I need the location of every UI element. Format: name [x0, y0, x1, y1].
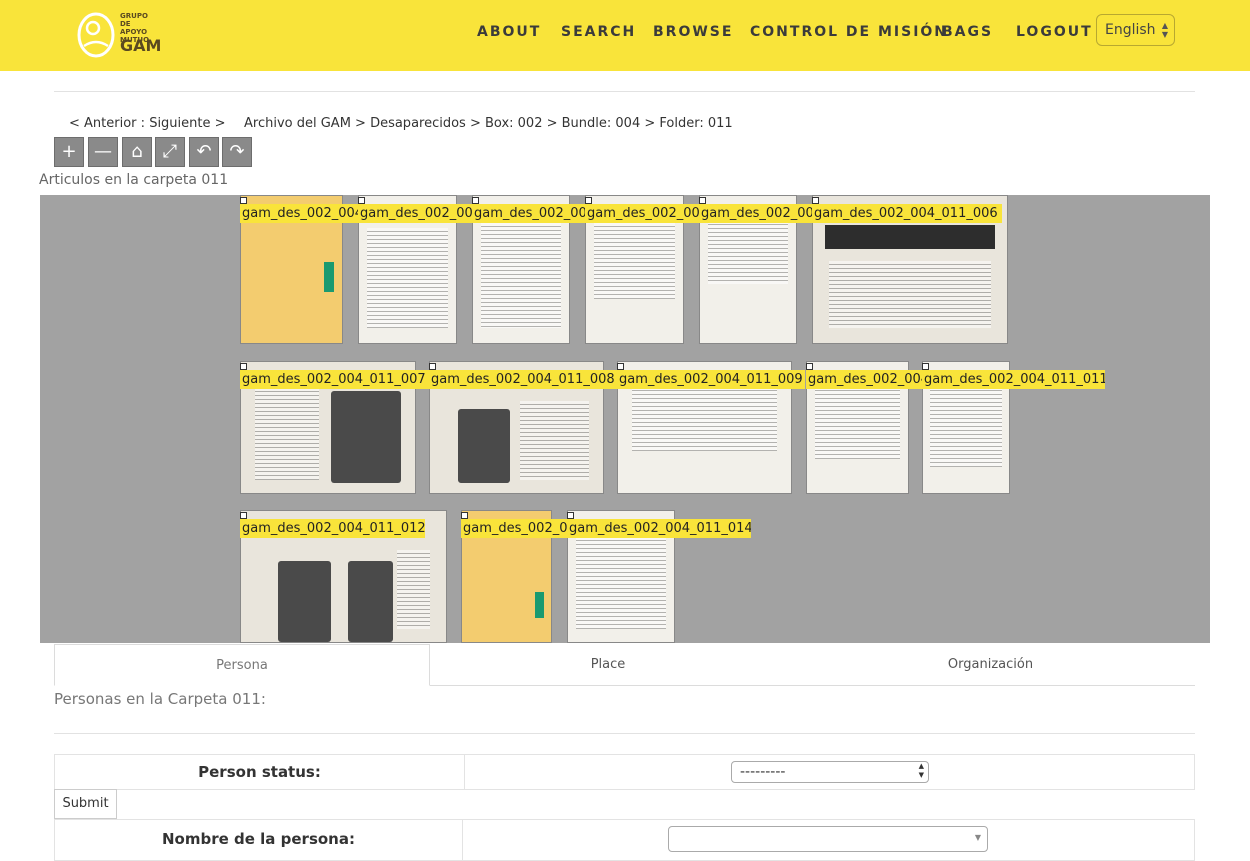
thumbnail-label[interactable]: gam_des_002_004_011_003	[472, 204, 586, 223]
rotate-left-icon[interactable]: ↶	[189, 137, 219, 167]
thumbnail-label[interactable]: gam_des_002_004_011_001	[240, 204, 358, 223]
document-icon	[429, 363, 436, 370]
document-text	[519, 401, 590, 480]
logo-abbr: GAM	[120, 36, 162, 55]
portrait-photo	[277, 560, 332, 642]
thumbnail-label[interactable]: gam_des_002_004_011_002	[358, 204, 472, 223]
pager: < Anterior : Siguiente >	[69, 116, 226, 131]
prev-link[interactable]: < Anterior	[69, 116, 137, 131]
fullscreen-icon[interactable]: ⤢	[155, 137, 185, 167]
home-icon[interactable]: ⌂	[122, 137, 152, 167]
thumbnail-label[interactable]: gam_des_002_004_011_010	[806, 370, 923, 389]
portrait-photo	[331, 390, 402, 483]
people-heading: Personas en la Carpeta 011:	[54, 690, 266, 708]
thumbnail-label[interactable]: gam_des_002_004_011_011	[922, 370, 1105, 389]
site-header: GRUPO DE APOYO MUTUO GAM ABOUT SEARCH BR…	[0, 0, 1250, 71]
portrait-photo	[347, 560, 393, 642]
newspaper-headline	[824, 225, 996, 249]
document-icon	[806, 363, 813, 370]
thumbnail-label[interactable]: gam_des_002_004_011_012	[240, 519, 425, 538]
folder-caption: Articulos en la carpeta 011	[39, 172, 229, 188]
thumbnail-label[interactable]: gam_des_002_004_011_013	[461, 519, 567, 538]
language-select[interactable]: English ▲ ▼	[1096, 14, 1175, 46]
document-icon	[240, 363, 247, 370]
document-text	[576, 529, 666, 629]
document-text	[828, 260, 992, 329]
image-viewer[interactable]: gam_des_002_004_011_001 gam_des_002_004_…	[40, 195, 1210, 643]
tab-organizacion[interactable]: Organización	[786, 644, 1195, 686]
document-text	[929, 382, 1003, 467]
document-icon	[812, 197, 819, 204]
gam-logo[interactable]: GRUPO DE APOYO MUTUO GAM	[76, 8, 161, 60]
document-text	[815, 382, 900, 459]
chevron-down-icon: ▼	[974, 833, 981, 842]
nav-search[interactable]: SEARCH	[561, 24, 636, 44]
document-icon	[472, 197, 479, 204]
person-status-label: Person status:	[55, 755, 465, 789]
document-icon	[461, 512, 468, 519]
document-icon	[240, 197, 247, 204]
document-tag	[534, 592, 544, 619]
select-arrows-icon: ▲ ▼	[1161, 21, 1168, 39]
nav-browse[interactable]: BROWSE	[653, 24, 733, 44]
thumbnail-label[interactable]: gam_des_002_004_011_007	[240, 370, 429, 389]
thumbnail-label[interactable]: gam_des_002_004_011_006	[812, 204, 1002, 223]
thumbnail-label[interactable]: gam_des_002_004_011_005	[699, 204, 813, 223]
person-status-select[interactable]: --------- ▲ ▼	[731, 761, 929, 783]
document-icon	[240, 512, 247, 519]
pager-separator: :	[140, 116, 146, 131]
document-text	[480, 210, 562, 329]
document-text	[254, 380, 320, 480]
divider	[54, 733, 1195, 734]
submit-button[interactable]: Submit	[54, 789, 117, 819]
document-text	[707, 216, 789, 285]
portrait-photo	[457, 409, 510, 483]
nav-about[interactable]: ABOUT	[477, 24, 541, 44]
person-name-select[interactable]: ▼	[668, 826, 988, 852]
document-icon	[699, 197, 706, 204]
thumbnail-label[interactable]: gam_des_002_004_011_008	[429, 370, 617, 389]
divider	[54, 91, 1195, 92]
zoom-out-icon[interactable]: —	[88, 137, 118, 167]
thumbnail-label[interactable]: gam_des_002_004_011_004	[585, 204, 699, 223]
mother-child-icon	[77, 12, 115, 58]
thumbnail-label[interactable]: gam_des_002_004_011_014	[567, 519, 751, 538]
thumbnail-label[interactable]: gam_des_002_004_011_009	[617, 370, 805, 389]
rotate-right-icon[interactable]: ↷	[222, 137, 252, 167]
entity-tabs: Persona Place Organización	[54, 644, 1195, 686]
document-icon	[617, 363, 624, 370]
select-arrows-icon: ▲ ▼	[918, 762, 924, 779]
document-text	[366, 228, 449, 329]
next-link[interactable]: Siguiente >	[149, 116, 225, 131]
person-name-row: Nombre de la persona: ▼	[54, 819, 1195, 861]
language-value: English	[1105, 22, 1156, 38]
nav-control-de-mision[interactable]: CONTROL DE MISIÓN	[750, 24, 948, 44]
tab-place[interactable]: Place	[430, 644, 786, 686]
breadcrumb[interactable]: Archivo del GAM > Desaparecidos > Box: 0…	[244, 116, 733, 131]
document-icon	[585, 197, 592, 204]
document-icon	[358, 197, 365, 204]
document-text	[593, 210, 676, 299]
tab-persona[interactable]: Persona	[54, 644, 430, 686]
document-icon	[567, 512, 574, 519]
person-status-value: ---------	[740, 764, 786, 780]
person-name-label: Nombre de la persona:	[55, 820, 463, 860]
document-icon	[922, 363, 929, 370]
document-tag	[323, 262, 334, 292]
zoom-in-icon[interactable]: +	[54, 137, 84, 167]
person-status-row: Person status: --------- ▲ ▼	[54, 754, 1195, 790]
nav-logout[interactable]: LOGOUT	[1016, 24, 1093, 44]
nav-bags[interactable]: BAGS	[942, 24, 993, 44]
document-text	[631, 382, 778, 452]
document-text	[396, 550, 430, 629]
